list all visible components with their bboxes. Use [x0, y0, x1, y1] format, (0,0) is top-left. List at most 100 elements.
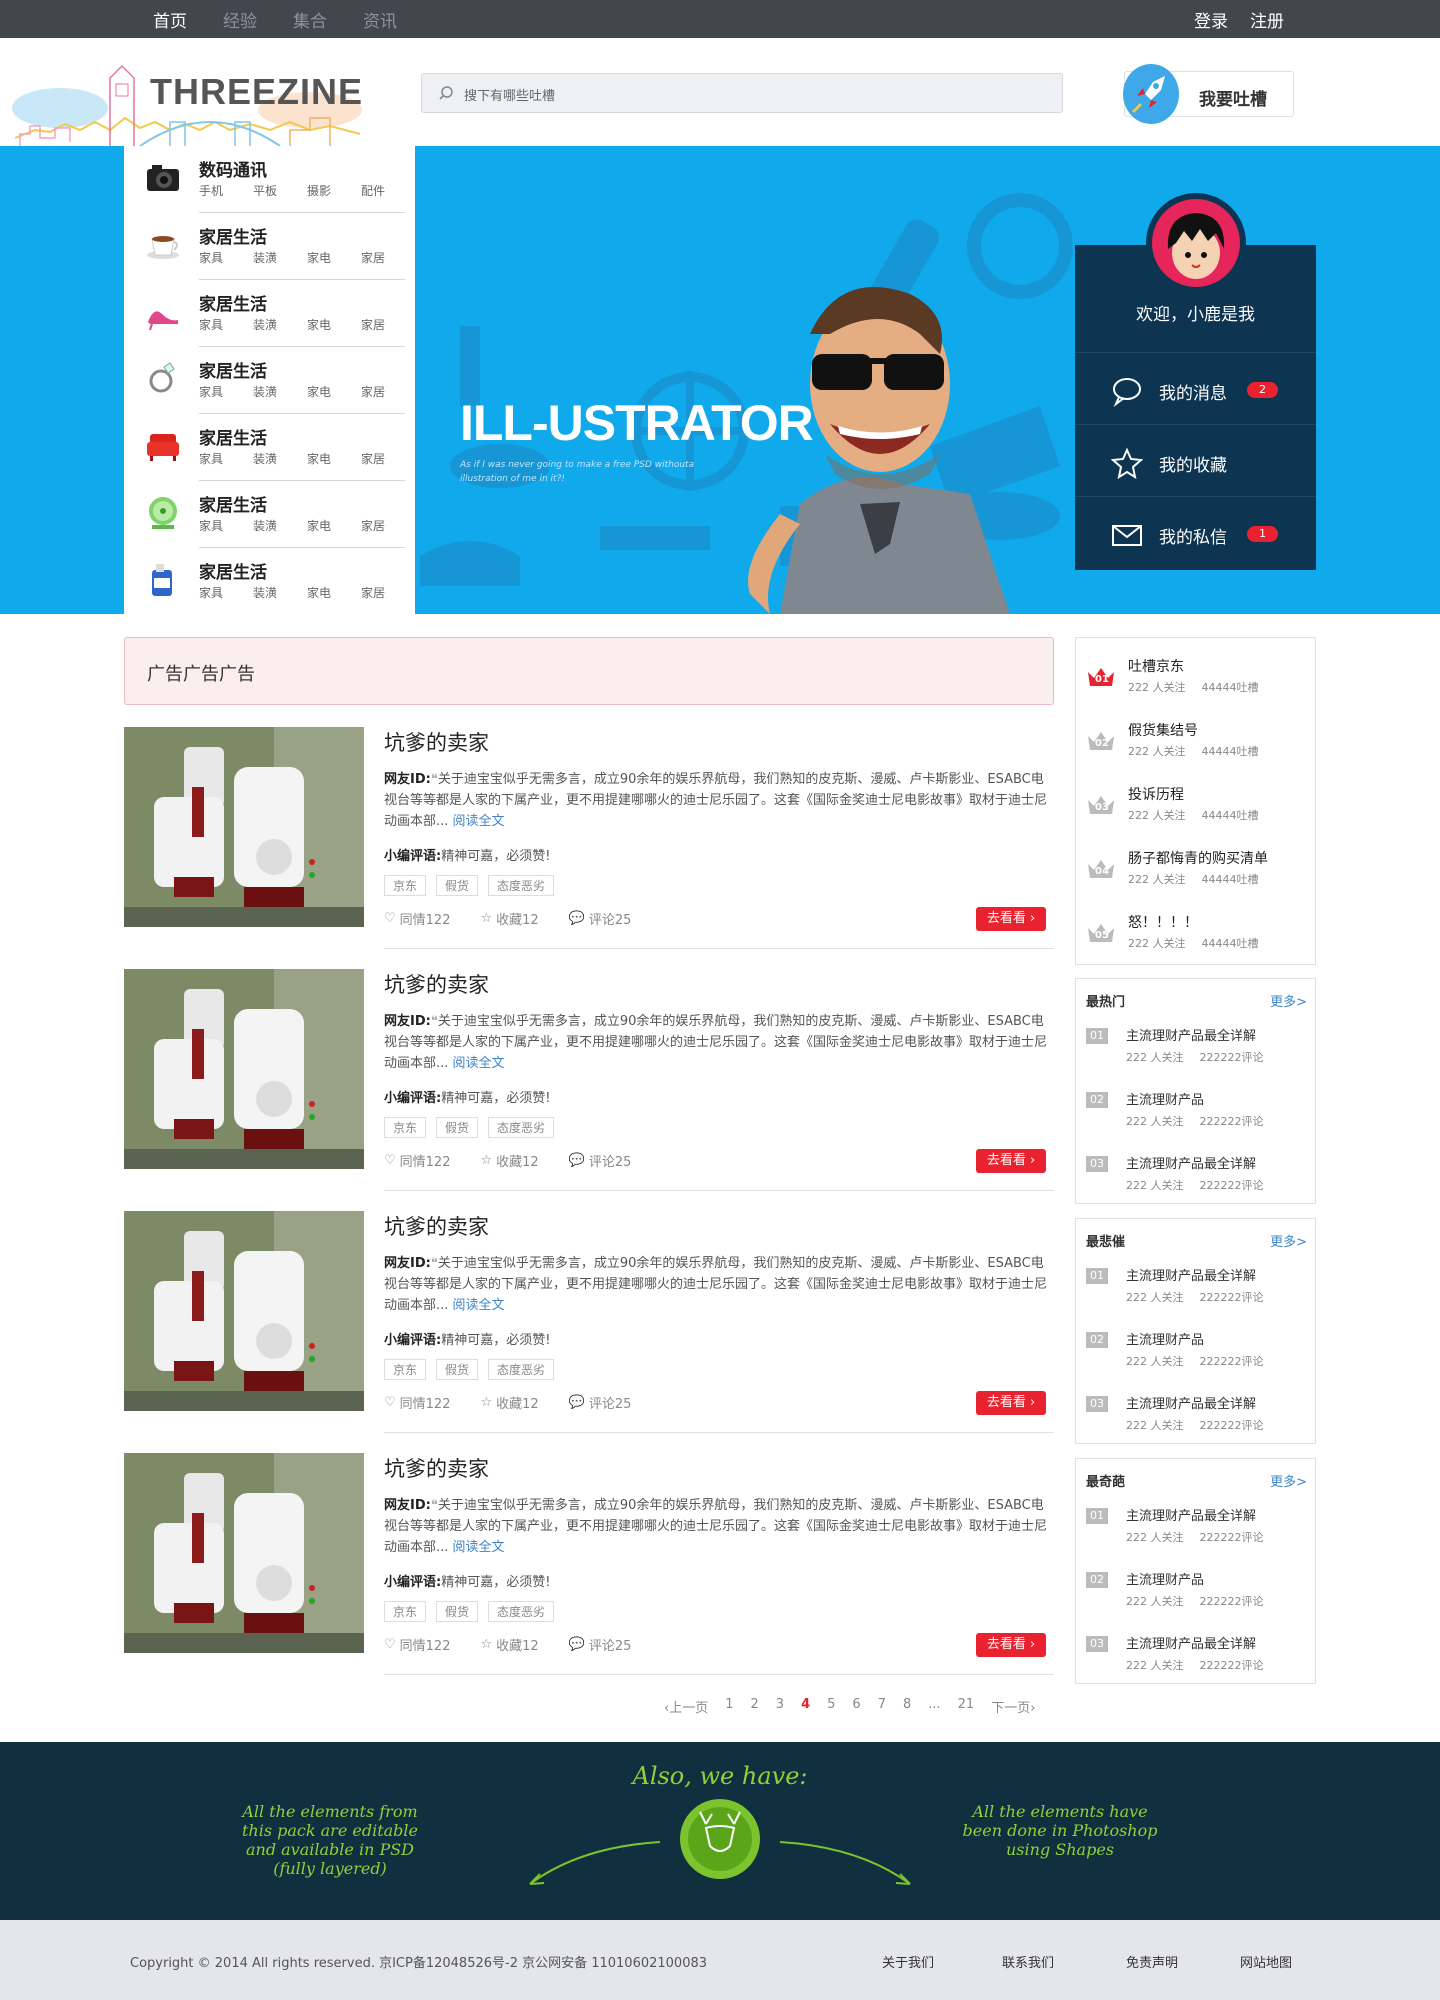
my-messages[interactable]: 我的消息 2 [1075, 352, 1316, 424]
login-link[interactable]: 登录 [1194, 7, 1228, 32]
category-sub[interactable]: 家居 [361, 584, 415, 601]
category-sub[interactable]: 家具 [199, 584, 253, 601]
tag[interactable]: 假货 [436, 875, 479, 896]
more-link[interactable]: 更多> [1270, 1471, 1307, 1490]
category-home[interactable]: 家居生活 家具 装潢 家电 家居 [124, 280, 415, 347]
category-sub[interactable]: 装潢 [253, 450, 307, 467]
go-see-button[interactable]: 去看看 › [976, 1391, 1046, 1415]
category-sub[interactable]: 平板 [253, 182, 307, 199]
page-number[interactable]: 6 [852, 1697, 860, 1716]
category-sub[interactable]: 家具 [199, 316, 253, 333]
like-action[interactable]: ♡ 同情122 [384, 1151, 450, 1170]
search-box[interactable]: 搜下有哪些吐槽 [421, 73, 1063, 113]
category-sub[interactable]: 家居 [361, 249, 415, 266]
footer-link-sitemap[interactable]: 网站地图 [1240, 1952, 1292, 1971]
tag[interactable]: 假货 [436, 1117, 479, 1138]
list-item[interactable]: 02 主流理财产品 222 人关注 222222评论 [1086, 1567, 1311, 1631]
read-more-link[interactable]: 阅读全文 [453, 814, 505, 829]
like-action[interactable]: ♡ 同情122 [384, 1635, 450, 1654]
read-more-link[interactable]: 阅读全文 [453, 1056, 505, 1071]
comment-action[interactable]: 💬 评论25 [569, 1393, 632, 1412]
go-see-button[interactable]: 去看看 › [976, 907, 1046, 931]
tag[interactable]: 态度恶劣 [488, 1117, 555, 1138]
category-sub[interactable]: 家居 [361, 383, 415, 400]
category-sub[interactable]: 装潢 [253, 584, 307, 601]
favorite-action[interactable]: ☆ 收藏12 [480, 1151, 538, 1170]
category-home[interactable]: 家居生活 家具 装潢 家电 家居 [124, 414, 415, 481]
category-sub[interactable]: 装潢 [253, 316, 307, 333]
favorite-action[interactable]: ☆ 收藏12 [480, 909, 538, 928]
comment-action[interactable]: 💬 评论25 [569, 1635, 632, 1654]
ranking-item[interactable]: 05 怒！！！！ 222 人关注 44444吐槽 [1076, 902, 1315, 966]
list-item[interactable]: 03 主流理财产品最全详解 222 人关注 222222评论 [1086, 1631, 1311, 1695]
category-sub[interactable]: 家电 [307, 383, 361, 400]
post-image[interactable] [124, 1453, 364, 1653]
footer-link-contact[interactable]: 联系我们 [1002, 1952, 1054, 1971]
category-digital[interactable]: 数码通讯 手机 平板 摄影 配件 [124, 146, 415, 213]
list-item[interactable]: 03 主流理财产品最全详解 222 人关注 222222评论 [1086, 1391, 1311, 1455]
post-title[interactable]: 坑爹的卖家 [384, 727, 489, 757]
ranking-item[interactable]: 02 假货集结号 222 人关注 44444吐槽 [1076, 710, 1315, 774]
list-item[interactable]: 02 主流理财产品 222 人关注 222222评论 [1086, 1327, 1311, 1391]
list-item[interactable]: 02 主流理财产品 222 人关注 222222评论 [1086, 1087, 1311, 1151]
list-item[interactable]: 01 主流理财产品最全详解 222 人关注 222222评论 [1086, 1263, 1311, 1327]
tag[interactable]: 假货 [436, 1359, 479, 1380]
post-image[interactable] [124, 727, 364, 927]
category-sub[interactable]: 家电 [307, 249, 361, 266]
nav-home[interactable]: 首页 [153, 7, 187, 32]
nav-news[interactable]: 资讯 [363, 7, 397, 32]
post-image[interactable] [124, 1211, 364, 1411]
post-image[interactable] [124, 969, 364, 1169]
more-link[interactable]: 更多> [1270, 1231, 1307, 1250]
category-home[interactable]: 家居生活 家具 装潢 家电 家居 [124, 347, 415, 414]
comment-action[interactable]: 💬 评论25 [569, 909, 632, 928]
category-sub[interactable]: 装潢 [253, 249, 307, 266]
like-action[interactable]: ♡ 同情122 [384, 909, 450, 928]
like-action[interactable]: ♡ 同情122 [384, 1393, 450, 1412]
category-home[interactable]: 家居生活 家具 装潢 家电 家居 [124, 548, 415, 615]
category-sub[interactable]: 家具 [199, 383, 253, 400]
ad-banner[interactable]: 广告广告广告 [124, 637, 1054, 705]
category-sub[interactable]: 手机 [199, 182, 253, 199]
user-avatar[interactable] [1146, 193, 1246, 293]
category-sub[interactable]: 装潢 [253, 517, 307, 534]
nav-collection[interactable]: 集合 [293, 7, 327, 32]
page-number[interactable]: 5 [827, 1697, 835, 1716]
go-see-button[interactable]: 去看看 › [976, 1633, 1046, 1657]
current-page[interactable]: 4 [801, 1697, 810, 1716]
category-sub[interactable]: 家具 [199, 517, 253, 534]
page-number[interactable]: 2 [751, 1697, 759, 1716]
tag[interactable]: 假货 [436, 1601, 479, 1622]
tag[interactable]: 京东 [384, 1117, 427, 1138]
category-sub[interactable]: 家电 [307, 584, 361, 601]
page-number[interactable]: 21 [958, 1697, 975, 1716]
category-sub[interactable]: 摄影 [307, 182, 361, 199]
category-sub[interactable]: 家具 [199, 249, 253, 266]
ranking-item[interactable]: 03 投诉历程 222 人关注 44444吐槽 [1076, 774, 1315, 838]
favorite-action[interactable]: ☆ 收藏12 [480, 1635, 538, 1654]
category-sub[interactable]: 家电 [307, 450, 361, 467]
read-more-link[interactable]: 阅读全文 [453, 1540, 505, 1555]
tag[interactable]: 京东 [384, 875, 427, 896]
tag[interactable]: 态度恶劣 [488, 875, 555, 896]
prev-page[interactable]: ‹上一页 [664, 1697, 708, 1716]
site-logo[interactable]: THREEZINE [10, 38, 370, 146]
my-favorites[interactable]: 我的收藏 [1075, 424, 1316, 496]
page-number[interactable]: 3 [776, 1697, 784, 1716]
favorite-action[interactable]: ☆ 收藏12 [480, 1393, 538, 1412]
category-sub[interactable]: 家居 [361, 450, 415, 467]
page-number[interactable]: 8 [903, 1697, 911, 1716]
category-sub[interactable]: 装潢 [253, 383, 307, 400]
page-number[interactable]: 7 [878, 1697, 886, 1716]
nav-experience[interactable]: 经验 [223, 7, 257, 32]
post-title[interactable]: 坑爹的卖家 [384, 1211, 489, 1241]
tag[interactable]: 态度恶劣 [488, 1601, 555, 1622]
more-link[interactable]: 更多> [1270, 991, 1307, 1010]
category-home[interactable]: 家居生活 家具 装潢 家电 家居 [124, 481, 415, 548]
footer-link-about[interactable]: 关于我们 [882, 1952, 934, 1971]
tag[interactable]: 态度恶劣 [488, 1359, 555, 1380]
footer-link-disclaimer[interactable]: 免责声明 [1126, 1952, 1178, 1971]
category-sub[interactable]: 配件 [361, 182, 415, 199]
category-sub[interactable]: 家居 [361, 517, 415, 534]
page-number[interactable]: 1 [725, 1697, 733, 1716]
